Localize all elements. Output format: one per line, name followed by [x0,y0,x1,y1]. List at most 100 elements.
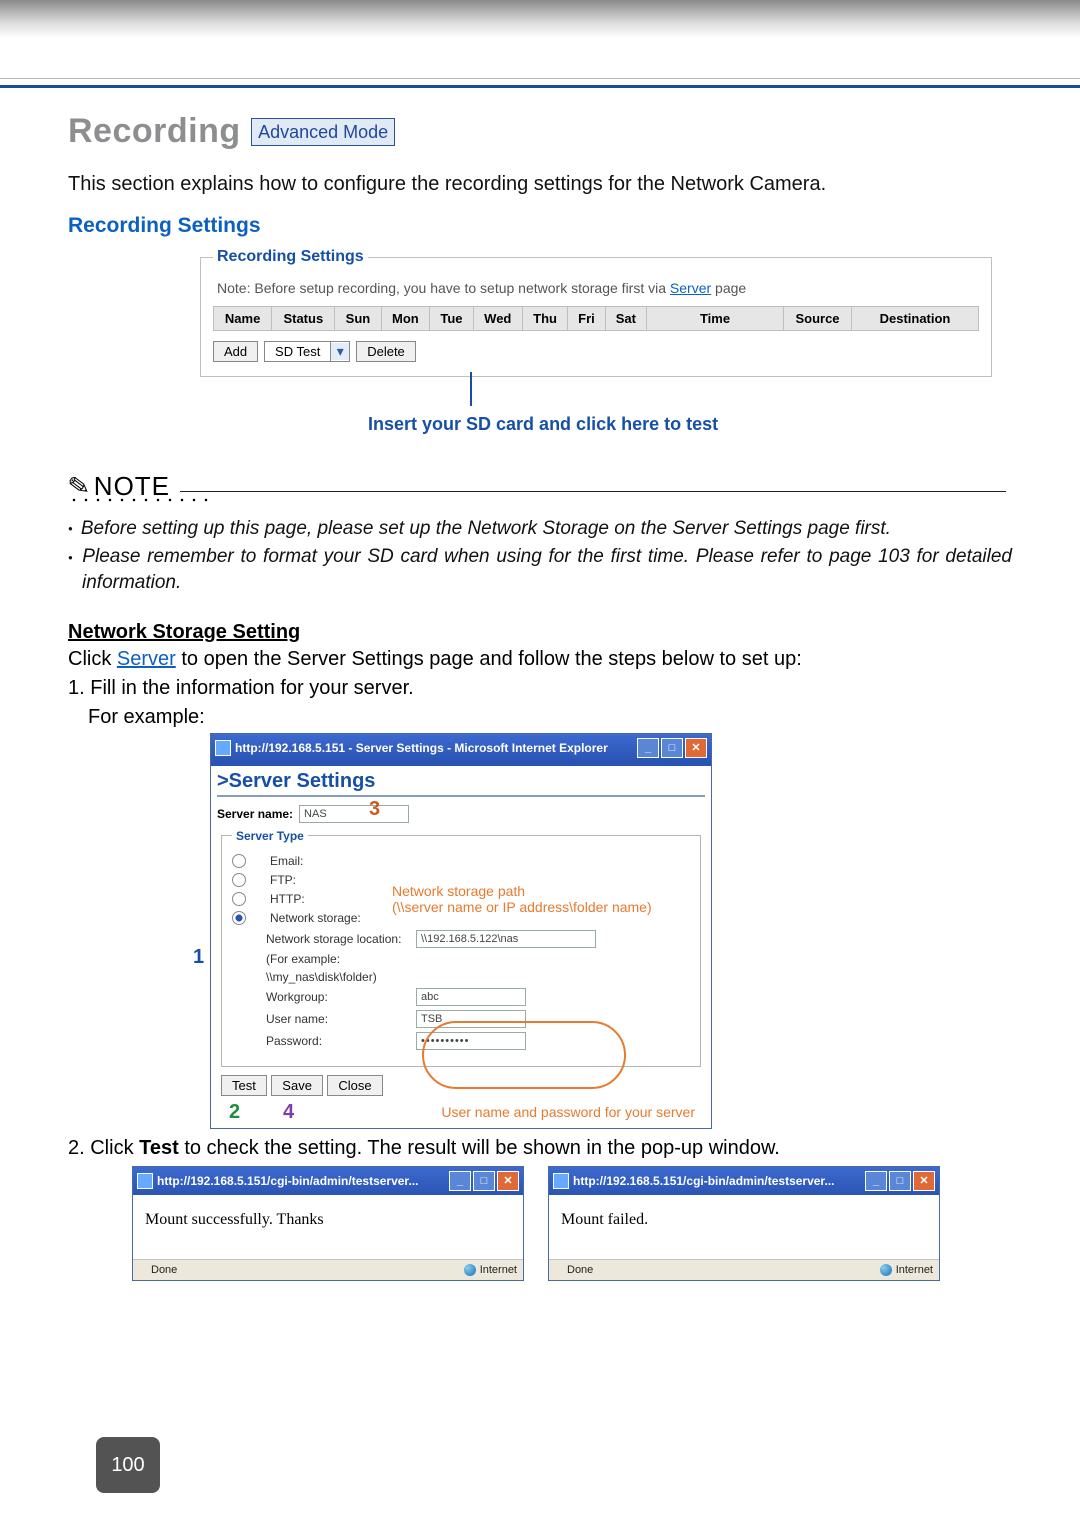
col-thu: Thu [522,307,567,331]
intro-text: This section explains how to configure t… [68,173,1012,196]
col-name: Name [214,307,272,331]
col-sat: Sat [605,307,646,331]
opt-http: HTTP: [270,892,305,906]
radio-http[interactable] [232,892,246,906]
zone-label: Internet [480,1264,517,1276]
network-storage-heading: Network Storage Setting [68,621,1012,644]
maximize-icon[interactable]: □ [473,1171,495,1191]
note-label: NOTE [94,471,170,502]
col-fri: Fri [568,307,605,331]
close-icon[interactable]: ✕ [497,1171,519,1191]
close-icon[interactable]: ✕ [913,1171,935,1191]
ie-icon [215,740,231,756]
workgroup-input[interactable]: abc [416,988,526,1006]
sdtest-combo[interactable]: SD Test▾ [264,341,350,362]
popup-body: Mount failed. [549,1195,939,1259]
ns-example-2: \\my_nas\disk\folder) [266,970,416,984]
note-list: Before setting up this page, please set … [68,516,1012,597]
popup-title: http://192.168.5.151/cgi-bin/admin/tests… [157,1174,418,1188]
col-sun: Sun [335,307,381,331]
nss-line1: Click Server to open the Server Settings… [68,646,1012,673]
popup-body: Mount successfully. Thanks [133,1195,523,1259]
top-gradient [0,0,1080,38]
nss-step2: 2. Click Test to check the setting. The … [68,1135,1012,1162]
popup-success: http://192.168.5.151/cgi-bin/admin/tests… [132,1166,524,1281]
server-settings-header: >Server Settings [217,768,705,797]
callout-storage-path-b: (\\server name or IP address\folder name… [392,899,652,915]
maximize-icon[interactable]: □ [661,738,683,758]
note-divider [180,491,1006,492]
server-link[interactable]: Server [670,280,711,296]
recording-note: Note: Before setup recording, you have t… [213,274,979,306]
nss-step1: 1. Fill in the information for your serv… [68,675,1012,702]
globe-icon [464,1264,476,1276]
zone-label: Internet [896,1264,933,1276]
ie-icon [137,1173,153,1189]
window-titlebar: http://192.168.5.151 - Server Settings -… [211,734,711,762]
sdcard-hint: Insert your SD card and click here to te… [368,414,994,435]
maximize-icon[interactable]: □ [889,1171,911,1191]
marker-3: 3 [369,798,380,821]
callout-oval-credentials [422,1021,626,1089]
test-button[interactable]: Test [221,1075,267,1096]
pencil-icon: ✎ [66,470,92,504]
mode-badge: Advanced Mode [251,118,395,146]
close-icon[interactable]: ✕ [685,738,707,758]
recording-settings-legend: Recording Settings [213,248,368,266]
for-example: For example: [68,704,1012,731]
status-done: Done [151,1264,177,1276]
recording-settings-subhead: Recording Settings [68,214,1012,238]
status-bar: Done Internet [133,1259,523,1280]
server-settings-window: http://192.168.5.151 - Server Settings -… [210,733,712,1129]
server-name-label: Server name: [217,807,293,821]
server-link-2[interactable]: Server [117,648,176,670]
ns-location-input[interactable]: \\192.168.5.122\nas [416,930,596,948]
popup-title: http://192.168.5.151/cgi-bin/admin/tests… [573,1174,834,1188]
col-wed: Wed [473,307,522,331]
radio-ftp[interactable] [232,873,246,887]
col-source: Source [784,307,852,331]
window-title: http://192.168.5.151 - Server Settings -… [235,741,608,755]
server-name-input[interactable]: NAS [299,805,409,823]
globe-icon [880,1264,892,1276]
ns-example-1: (For example: [266,952,416,966]
marker-1: 1 [193,946,204,969]
opt-email: Email: [270,854,303,868]
connector-line [470,372,472,406]
status-done: Done [567,1264,593,1276]
callout-storage-path-a: Network storage path [392,883,525,899]
sdtest-value: SD Test [265,342,331,361]
password-label: Password: [266,1034,416,1048]
note-item: Before setting up this page, please set … [68,516,1012,542]
ie-icon [553,1173,569,1189]
note-item: Please remember to format your SD card w… [68,544,1012,596]
close-button[interactable]: Close [327,1075,382,1096]
minimize-icon[interactable]: _ [637,738,659,758]
chevron-down-icon[interactable]: ▾ [331,343,349,360]
radio-email[interactable] [232,854,246,868]
col-status: Status [272,307,335,331]
workgroup-label: Workgroup: [266,990,416,1004]
ns-location-label: Network storage location: [266,932,416,946]
recording-settings-panel: Recording Settings Note: Before setup re… [200,248,992,377]
opt-network-storage: Network storage: [270,911,361,925]
page-number: 100 [96,1437,160,1493]
popup-titlebar: http://192.168.5.151/cgi-bin/admin/tests… [133,1167,523,1195]
col-tue: Tue [430,307,474,331]
save-button[interactable]: Save [271,1075,323,1096]
marker-2: 2 [229,1101,240,1124]
col-dest: Destination [852,307,979,331]
col-mon: Mon [381,307,430,331]
col-time: Time [647,307,784,331]
add-button[interactable]: Add [213,341,258,362]
page-title: Recording [68,112,241,151]
delete-button[interactable]: Delete [356,341,416,362]
minimize-icon[interactable]: _ [865,1171,887,1191]
server-type-legend: Server Type [232,829,308,843]
recording-table: Name Status Sun Mon Tue Wed Thu Fri Sat … [213,306,979,331]
minimize-icon[interactable]: _ [449,1171,471,1191]
marker-4: 4 [283,1101,294,1124]
header-rule [0,78,1080,88]
username-label: User name: [266,1012,416,1026]
radio-network-storage[interactable] [232,911,246,925]
